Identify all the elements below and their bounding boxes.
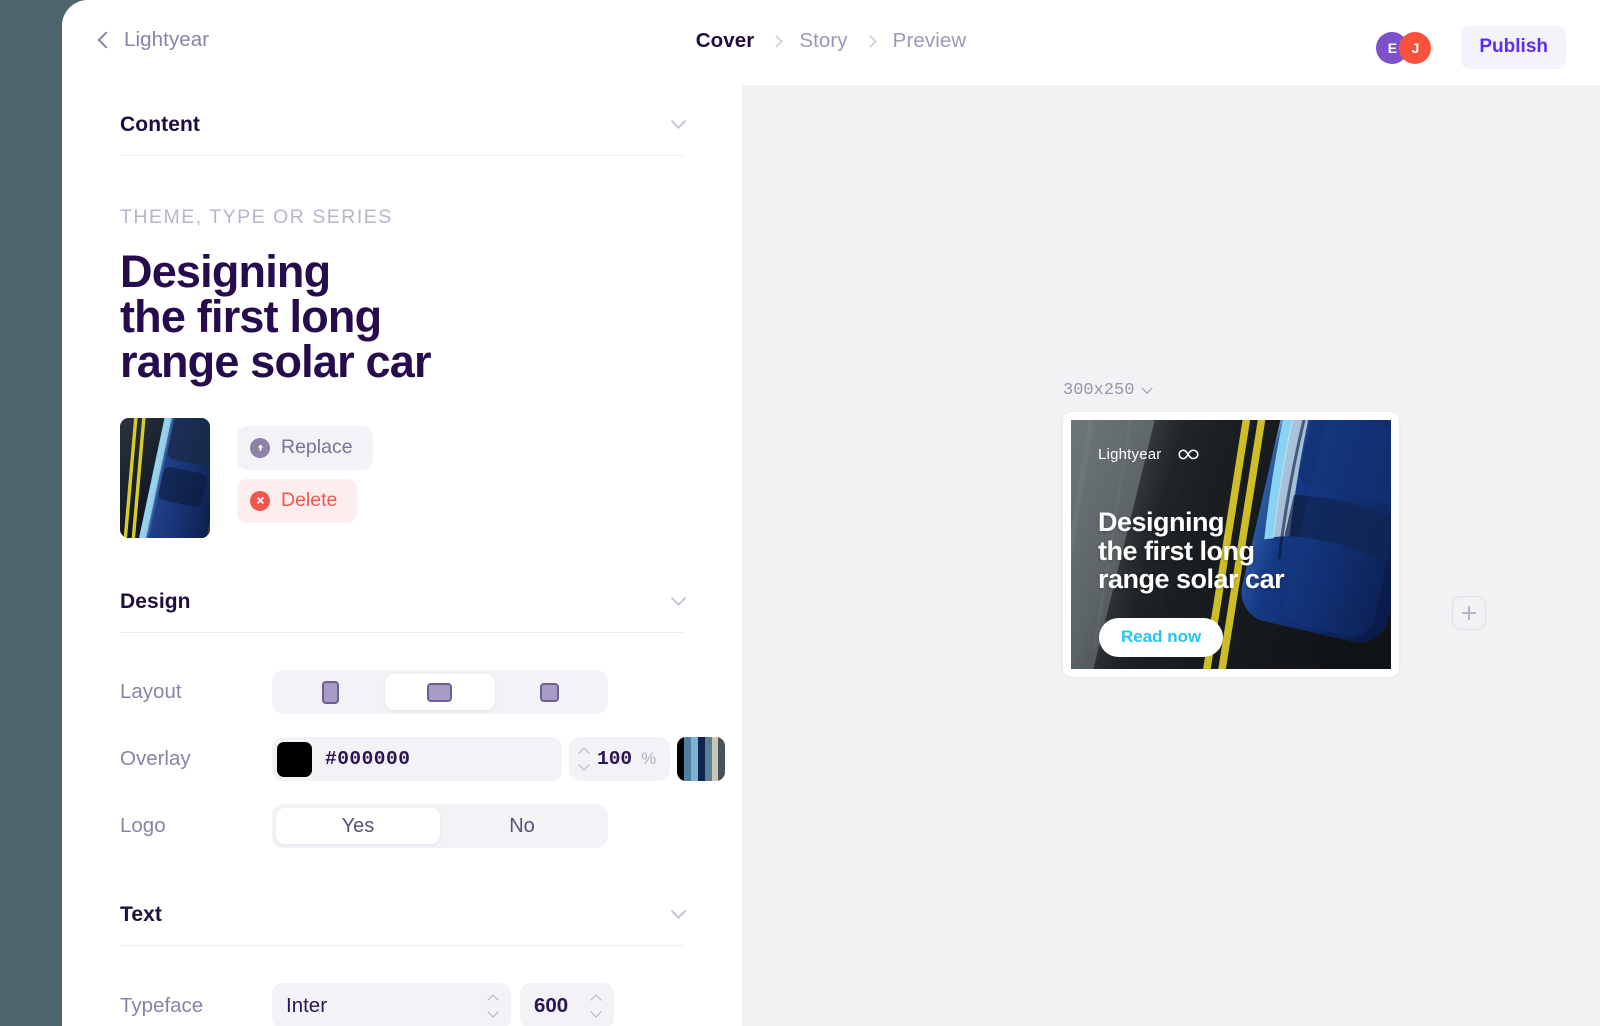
overlay-color-field[interactable] [272, 737, 562, 781]
ad-creative: Lightyear Designing the first long range… [1071, 420, 1391, 669]
publish-button[interactable]: Publish [1461, 26, 1566, 69]
chevron-up-icon[interactable] [590, 994, 602, 1006]
delete-image-label: Delete [281, 489, 338, 511]
opacity-stepper[interactable] [578, 747, 590, 771]
infinity-icon [1177, 449, 1199, 460]
palette-stripe [697, 737, 705, 781]
ad-size-label: 300x250 [1063, 381, 1135, 400]
layout-option-portrait[interactable] [276, 674, 385, 710]
ad-brand-lockup: Lightyear [1098, 446, 1206, 463]
section-title: Design [120, 590, 191, 613]
upload-circle-icon [250, 437, 270, 458]
replace-image-button[interactable]: Replace [237, 426, 373, 470]
cover-image-row: Replace Delete [120, 418, 684, 538]
top-bar: Lightyear Cover Story Preview E J Publis… [62, 0, 1600, 85]
logo-segmented-control: Yes No [272, 804, 608, 848]
section-header-content[interactable]: Content [120, 112, 687, 156]
overlay-color-swatch[interactable] [277, 741, 312, 777]
layout-row: Layout [120, 670, 684, 714]
replace-image-label: Replace [281, 436, 353, 458]
typeface-label: Typeface [120, 994, 204, 1017]
close-circle-icon [250, 490, 270, 511]
typeface-family-stepper[interactable] [487, 994, 499, 1018]
chevron-down-icon[interactable] [670, 589, 687, 606]
ad-preview-frame[interactable]: Lightyear Designing the first long range… [1063, 412, 1399, 677]
cover-image-actions: Replace Delete [237, 418, 373, 523]
cover-headline[interactable]: Designing the first long range solar car [120, 249, 684, 384]
overlay-opacity-field[interactable]: 100 % [569, 737, 671, 781]
palette-stripe [677, 737, 685, 781]
back-to-project-link[interactable]: Lightyear [97, 28, 210, 52]
typeface-weight-select[interactable]: 600 [520, 983, 614, 1026]
layout-label: Layout [120, 680, 182, 703]
top-bar-actions: E J Publish [1376, 26, 1566, 69]
layout-option-square[interactable] [495, 674, 604, 710]
read-now-cta-button[interactable]: Read now [1099, 618, 1224, 657]
palette-stripe [684, 737, 691, 781]
app-window: Lightyear Cover Story Preview E J Publis… [62, 0, 1600, 1026]
ad-brand-name: Lightyear [1098, 446, 1162, 463]
avatar[interactable]: J [1399, 31, 1432, 64]
typeface-family-value: Inter [286, 994, 328, 1017]
typeface-row: Typeface Inter 600 [120, 983, 684, 1026]
overlay-row: Overlay 100 % [120, 737, 726, 781]
chevron-down-icon[interactable] [487, 1006, 499, 1018]
chevron-down-icon[interactable] [578, 759, 590, 771]
chevron-right-icon [863, 34, 877, 48]
chevron-left-icon [97, 31, 115, 49]
section-header-text[interactable]: Text [120, 902, 687, 946]
cover-image-thumbnail[interactable] [120, 418, 210, 538]
overlay-opacity-value: 100 [597, 748, 633, 770]
typeface-weight-value: 600 [534, 994, 569, 1017]
palette-stripe [690, 737, 698, 781]
chevron-down-icon[interactable] [670, 902, 687, 919]
overlay-controls: 100 % [272, 737, 726, 781]
plus-icon [1468, 606, 1470, 620]
tab-story[interactable]: Story [799, 29, 847, 53]
add-ad-size-button[interactable] [1452, 596, 1486, 630]
breadcrumb: Cover Story Preview [62, 29, 1600, 53]
palette-stripe [704, 737, 712, 781]
overlay-label: Overlay [120, 747, 191, 770]
logo-option-no[interactable]: No [440, 808, 604, 844]
logo-option-yes[interactable]: Yes [276, 808, 440, 844]
chevron-down-icon[interactable] [1141, 382, 1154, 394]
palette-stripe [718, 737, 726, 781]
ad-size-selector[interactable]: 300x250 [1063, 381, 1154, 400]
chevron-down-icon[interactable] [670, 112, 687, 129]
eyebrow-label: THEME, TYPE OR SERIES [120, 206, 393, 228]
logo-row: Logo Yes No [120, 804, 684, 848]
collaborator-avatars: E J [1376, 31, 1432, 64]
overlay-opacity-unit: % [641, 749, 657, 768]
section-title: Text [120, 903, 163, 926]
typeface-family-select[interactable]: Inter [272, 983, 511, 1026]
overlay-hex-input[interactable] [325, 748, 505, 770]
palette-stripe [711, 737, 719, 781]
chevron-up-icon[interactable] [578, 747, 590, 759]
ad-headline: Designing the first long range solar car [1098, 507, 1285, 595]
square-layout-icon [539, 682, 559, 702]
chevron-right-icon [770, 34, 784, 48]
logo-label: Logo [120, 814, 166, 837]
tab-cover[interactable]: Cover [696, 29, 755, 53]
landscape-layout-icon [427, 682, 453, 702]
section-header-design[interactable]: Design [120, 589, 687, 633]
project-name-label: Lightyear [124, 28, 210, 51]
section-title: Content [120, 113, 201, 136]
thumbnail-image [120, 418, 210, 538]
preview-canvas: 300x250 Lightyear Designing the first lo… [742, 85, 1600, 1026]
color-palette-swatch[interactable] [677, 737, 726, 781]
chevron-up-icon[interactable] [487, 994, 499, 1006]
tab-preview[interactable]: Preview [893, 29, 967, 53]
layout-option-landscape[interactable] [385, 674, 495, 710]
layout-segmented-control [272, 670, 608, 714]
delete-image-button[interactable]: Delete [237, 479, 358, 523]
typeface-weight-stepper[interactable] [590, 994, 602, 1018]
chevron-down-icon[interactable] [590, 1006, 602, 1018]
settings-panel: Content THEME, TYPE OR SERIES Designing … [62, 85, 742, 1026]
portrait-layout-icon [322, 680, 340, 704]
